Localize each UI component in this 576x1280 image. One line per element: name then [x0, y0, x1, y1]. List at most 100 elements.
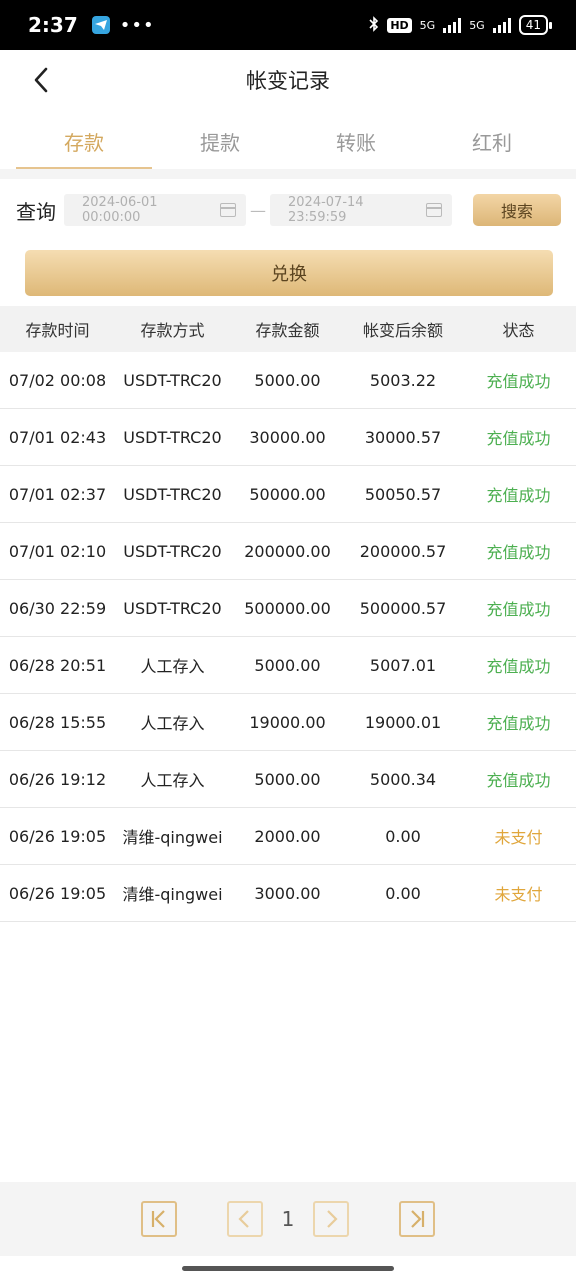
status-bar: 2:37 ••• HD 5G 5G 41 [0, 0, 576, 50]
tab-deposit[interactable]: 存款 [16, 110, 152, 170]
column-header: 帐变后余额 [362, 321, 443, 340]
bluetooth-icon [369, 15, 379, 35]
column-header: 状态 [502, 321, 535, 340]
deposit-time: 07/02 00:08 [8, 370, 107, 390]
deposit-time: 06/26 19:05 [8, 826, 107, 846]
pagination: 1 [0, 1182, 576, 1256]
end-date-field[interactable]: 2024-07-14 23:59:59 [270, 194, 452, 226]
table-body: 07/02 00:08 USDT-TRC20 5000.00 5003.22 充值成功 0… [0, 352, 576, 922]
net-label-2: 5G [469, 18, 485, 32]
header: 帐变记录 [0, 50, 576, 110]
status-badge: 未支付 [494, 828, 543, 847]
table-row: 07/02 00:08 USDT-TRC20 5000.00 5003.22 充值成功 [0, 352, 576, 409]
status-badge: 未支付 [494, 885, 543, 904]
deposit-amount: 19000.00 [249, 712, 326, 732]
deposit-method: 人工存入 [140, 657, 205, 676]
tab-bonus[interactable]: 红利 [424, 110, 560, 170]
balance-after: 5003.22 [369, 370, 437, 390]
column-header: 存款金额 [255, 321, 320, 340]
prev-page-icon[interactable] [227, 1201, 263, 1237]
column-header: 存款方式 [140, 321, 205, 340]
date-separator: — [250, 200, 266, 220]
balance-after: 0.00 [385, 883, 421, 903]
balance-after: 0.00 [385, 826, 421, 846]
deposit-amount: 3000.00 [254, 883, 321, 903]
back-icon[interactable] [28, 66, 56, 94]
calendar-icon [426, 203, 442, 217]
page-title: 帐变记录 [246, 69, 330, 93]
records-table: 存款时间 存款方式 存款金额 帐变后余额 状态 07/02 00:08 USDT-… [0, 306, 576, 922]
deposit-time: 07/01 02:43 [8, 427, 107, 447]
deposit-amount: 200000.00 [244, 541, 331, 561]
table-header: 存款时间 存款方式 存款金额 帐变后余额 状态 [0, 306, 576, 352]
deposit-amount: 5000.00 [254, 370, 321, 390]
exchange-button[interactable]: 兑换 [25, 250, 553, 296]
column-header: 存款时间 [25, 321, 90, 340]
date-filter: 查询 2024-06-01 00:00:00 — 2024-07-14 23:5… [16, 194, 562, 226]
status-badge: 充值成功 [486, 714, 551, 733]
start-date-value: 2024-06-01 00:00:00 [82, 195, 158, 225]
start-date-field[interactable]: 2024-06-01 00:00:00 [64, 194, 246, 226]
deposit-method: 人工存入 [140, 771, 205, 790]
deposit-time: 07/01 02:10 [8, 541, 107, 561]
balance-after: 500000.57 [359, 598, 447, 618]
status-badge: 充值成功 [486, 486, 551, 505]
status-badge: 充值成功 [486, 372, 551, 391]
telegram-icon [91, 16, 110, 34]
status-badge: 充值成功 [486, 543, 551, 562]
table-row: 07/01 02:43 USDT-TRC20 30000.00 30000.57 充值成… [0, 409, 576, 466]
end-date-value: 2024-07-14 23:59:59 [288, 195, 364, 225]
deposit-amount: 5000.00 [254, 655, 321, 675]
next-page-icon[interactable] [313, 1201, 349, 1237]
battery-icon: 41 [518, 15, 553, 35]
signal-icon [443, 17, 462, 33]
tab-transfer[interactable]: 转账 [288, 110, 424, 170]
table-row: 06/26 19:05 清维-qingwei 3000.00 0.00 未支付 [0, 865, 576, 922]
deposit-time: 06/28 15:55 [8, 712, 107, 732]
status-time: 2:37 [28, 13, 78, 37]
table-row: 06/28 20:51 人工存入 5000.00 5007.01 充值成功 [0, 637, 576, 694]
table-row: 06/26 19:05 清维-qingwei 2000.00 0.00 未支付 [0, 808, 576, 865]
home-indicator [0, 1256, 576, 1280]
deposit-method: USDT-TRC20 [123, 541, 222, 561]
calendar-icon [220, 203, 236, 217]
deposit-time: 06/26 19:12 [8, 769, 107, 789]
current-page: 1 [281, 1207, 295, 1231]
status-badge: 充值成功 [486, 600, 551, 619]
first-page-icon[interactable] [141, 1201, 177, 1237]
balance-after: 200000.57 [359, 541, 447, 561]
deposit-amount: 2000.00 [254, 826, 321, 846]
deposit-amount: 5000.00 [254, 769, 321, 789]
deposit-method: 清维-qingwei [122, 828, 223, 847]
last-page-icon[interactable] [399, 1201, 435, 1237]
deposit-time: 06/26 19:05 [8, 883, 107, 903]
filter-label: 查询 [16, 199, 56, 224]
balance-after: 5007.01 [369, 655, 437, 675]
deposit-amount: 50000.00 [249, 484, 326, 504]
balance-after: 30000.57 [364, 427, 442, 447]
status-badge: 充值成功 [486, 657, 551, 676]
table-row: 07/01 02:10 USDT-TRC20 200000.00 200000.57 充… [0, 523, 576, 580]
net-label-1: 5G [419, 18, 436, 32]
divider [0, 169, 576, 179]
deposit-time: 07/01 02:37 [8, 484, 107, 504]
balance-after: 19000.01 [364, 712, 442, 732]
balance-after: 50050.57 [364, 484, 442, 504]
deposit-time: 06/28 20:51 [8, 655, 107, 675]
deposit-method: 清维-qingwei [122, 885, 223, 904]
hd-voice-icon: HD [387, 17, 412, 33]
tab-withdraw[interactable]: 提款 [152, 110, 288, 170]
status-badge: 充值成功 [486, 771, 551, 790]
deposit-method: USDT-TRC20 [123, 598, 222, 618]
more-notifications-icon: ••• [119, 14, 155, 36]
table-row: 06/28 15:55 人工存入 19000.00 19000.01 充值成功 [0, 694, 576, 751]
deposit-method: 人工存入 [140, 714, 205, 733]
table-row: 06/30 22:59 USDT-TRC20 500000.00 500000.57 充… [0, 580, 576, 637]
table-row: 07/01 02:37 USDT-TRC20 50000.00 50050.57 充值成… [0, 466, 576, 523]
battery-level: 41 [525, 18, 541, 32]
table-row: 06/26 19:12 人工存入 5000.00 5000.34 充值成功 [0, 751, 576, 808]
search-button[interactable]: 搜索 [473, 194, 561, 226]
deposit-amount: 30000.00 [249, 427, 326, 447]
signal-icon-2 [492, 17, 511, 33]
deposit-method: USDT-TRC20 [123, 484, 222, 504]
